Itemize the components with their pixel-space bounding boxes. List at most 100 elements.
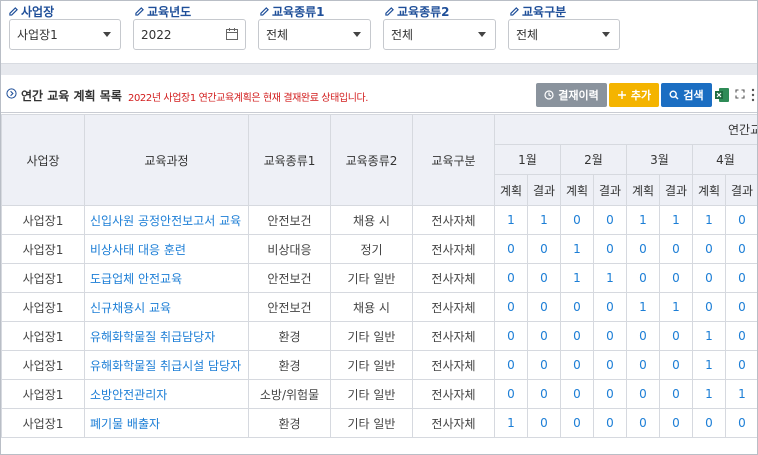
cell-result-count: 1 — [659, 205, 693, 235]
cell-result-count: 0 — [659, 263, 693, 293]
cell-site: 사업장1 — [1, 234, 85, 264]
col-header-result: 결과 — [593, 174, 627, 206]
cell-type1: 안전보건 — [248, 292, 331, 322]
calendar-icon[interactable] — [225, 27, 239, 41]
cell-plan-count: 1 — [626, 292, 660, 322]
cell-result-count: 0 — [527, 263, 561, 293]
approval-status-note: 2022년 사업장1 연간교육계획은 현재 결재완료 상태입니다. — [128, 93, 369, 104]
cell-course-link[interactable]: 유해화학물질 취급담당자 — [84, 321, 249, 351]
cell-plan-count: 0 — [494, 234, 528, 264]
cell-plan-count: 0 — [494, 292, 528, 322]
col-header-course[interactable]: 교육과정 — [84, 114, 249, 206]
cell-category: 전사자체 — [412, 234, 495, 264]
table-row[interactable]: 사업장1 유해화학물질 취급시설 담당자 환경 기타 일반 전사자체 0 0 0 0 0 0 1 0 — [1, 350, 757, 380]
col-header-type2[interactable]: 교육종류2 — [330, 114, 413, 206]
cell-site: 사업장1 — [1, 350, 85, 380]
cell-plan-count: 0 — [626, 321, 660, 351]
cell-result-count: 1 — [659, 292, 693, 322]
edit-icon — [135, 6, 144, 16]
col-header-site[interactable]: 사업장 — [1, 114, 85, 206]
cell-plan-count: 0 — [560, 408, 594, 438]
section-divider — [1, 63, 757, 75]
chevron-down-icon — [353, 32, 361, 37]
cell-result-count: 0 — [527, 350, 561, 380]
cell-course-link[interactable]: 유해화학물질 취급시설 담당자 — [84, 350, 249, 380]
cell-course-link[interactable]: 도급업체 안전교육 — [84, 263, 249, 293]
cell-type1: 안전보건 — [248, 205, 331, 235]
excel-icon[interactable] — [715, 87, 729, 103]
cell-type1: 환경 — [248, 350, 331, 380]
cell-type2: 정기 — [330, 234, 413, 264]
filter-year-label: 교육년도 — [135, 4, 191, 19]
cell-course-link[interactable]: 신규채용시 교육 — [84, 292, 249, 322]
cell-plan-count: 0 — [692, 292, 726, 322]
cell-plan-count: 0 — [494, 379, 528, 409]
cell-category: 전사자체 — [412, 205, 495, 235]
table-row[interactable]: 사업장1 비상사태 대응 훈련 비상대응 정기 전사자체 0 0 1 0 0 0 0 0 — [1, 234, 757, 264]
cell-type2: 기타 일반 — [330, 350, 413, 380]
window: 사업장 사업장1 교육년도 2022 교육종류1 전체 교육종류2 전체 교육구… — [0, 0, 758, 455]
plan-table-container[interactable]: 사업장 교육과정 교육종류1 교육종류2 교육구분 연간교 1월 2월 3월 4… — [1, 114, 757, 454]
cell-result-count: 0 — [527, 408, 561, 438]
cell-result-count: 0 — [593, 379, 627, 409]
approval-history-button[interactable]: 결재이력 — [536, 83, 607, 107]
cell-type2: 채용 시 — [330, 205, 413, 235]
col-header-result: 결과 — [527, 174, 561, 206]
plan-table: 사업장 교육과정 교육종류1 교육종류2 교육구분 연간교 1월 2월 3월 4… — [1, 114, 757, 438]
edit-icon — [260, 6, 269, 16]
cell-plan-count: 0 — [626, 234, 660, 264]
fullscreen-icon[interactable] — [735, 89, 745, 99]
year-input[interactable]: 2022 — [133, 19, 246, 50]
cell-type1: 환경 — [248, 408, 331, 438]
cell-plan-count: 1 — [560, 263, 594, 293]
more-vertical-icon[interactable] — [751, 88, 755, 102]
cell-course-link[interactable]: 폐기물 배출자 — [84, 408, 249, 438]
history-icon — [544, 90, 554, 100]
cell-result-count: 0 — [659, 350, 693, 380]
col-header-plan: 계획 — [494, 174, 528, 206]
category-select[interactable]: 전체 — [508, 19, 620, 50]
col-header-result: 결과 — [659, 174, 693, 206]
col-header-category[interactable]: 교육구분 — [412, 114, 495, 206]
cell-plan-count: 1 — [692, 379, 726, 409]
type1-select[interactable]: 전체 — [258, 19, 371, 50]
cell-plan-count: 0 — [560, 321, 594, 351]
table-row[interactable]: 사업장1 폐기물 배출자 환경 기타 일반 전사자체 1 0 0 0 0 0 0 0 — [1, 408, 757, 438]
table-row[interactable]: 사업장1 신입사원 공정안전보고서 교육 안전보건 채용 시 전사자체 1 1 0 0 1 1 1 0 — [1, 205, 757, 235]
cell-plan-count: 0 — [560, 205, 594, 235]
cell-result-count: 0 — [659, 379, 693, 409]
cell-course-link[interactable]: 비상사태 대응 훈련 — [84, 234, 249, 264]
table-body: 사업장1 신입사원 공정안전보고서 교육 안전보건 채용 시 전사자체 1 1 0 0 1 1 1 0 사… — [1, 205, 757, 438]
col-header-type1[interactable]: 교육종류1 — [248, 114, 331, 206]
cell-plan-count: 0 — [560, 379, 594, 409]
search-button[interactable]: 검색 — [661, 83, 712, 107]
cell-site: 사업장1 — [1, 408, 85, 438]
cell-category: 전사자체 — [412, 263, 495, 293]
cell-plan-count: 1 — [692, 321, 726, 351]
col-header-plan: 계획 — [560, 174, 594, 206]
cell-result-count: 0 — [725, 350, 757, 380]
table-row[interactable]: 사업장1 소방안전관리자 소방/위험물 기타 일반 전사자체 0 0 0 0 0 0 1 1 — [1, 379, 757, 409]
chevron-down-icon — [478, 32, 486, 37]
cell-site: 사업장1 — [1, 263, 85, 293]
cell-plan-count: 1 — [560, 234, 594, 264]
col-header-annual: 연간교 — [493, 114, 757, 145]
add-button[interactable]: 추가 — [609, 83, 659, 107]
table-row[interactable]: 사업장1 신규채용시 교육 안전보건 채용 시 전사자체 0 0 0 0 1 1 0 0 — [1, 292, 757, 322]
cell-result-count: 0 — [527, 234, 561, 264]
cell-plan-count: 0 — [692, 234, 726, 264]
edit-icon — [385, 6, 394, 16]
cell-plan-count: 1 — [494, 205, 528, 235]
cell-course-link[interactable]: 신입사원 공정안전보고서 교육 — [84, 205, 249, 235]
cell-course-link[interactable]: 소방안전관리자 — [84, 379, 249, 409]
cell-plan-count: 0 — [560, 350, 594, 380]
col-header-month-4: 4월 — [692, 144, 757, 175]
site-select[interactable]: 사업장1 — [9, 19, 121, 50]
type2-select[interactable]: 전체 — [383, 19, 496, 50]
cell-type2: 기타 일반 — [330, 408, 413, 438]
cell-plan-count: 0 — [626, 379, 660, 409]
cell-result-count: 0 — [725, 408, 757, 438]
table-row[interactable]: 사업장1 도급업체 안전교육 안전보건 기타 일반 전사자체 0 0 1 1 0 0 0 0 — [1, 263, 757, 293]
cell-type2: 기타 일반 — [330, 379, 413, 409]
table-row[interactable]: 사업장1 유해화학물질 취급담당자 환경 기타 일반 전사자체 0 0 0 0 0 0 1 0 — [1, 321, 757, 351]
